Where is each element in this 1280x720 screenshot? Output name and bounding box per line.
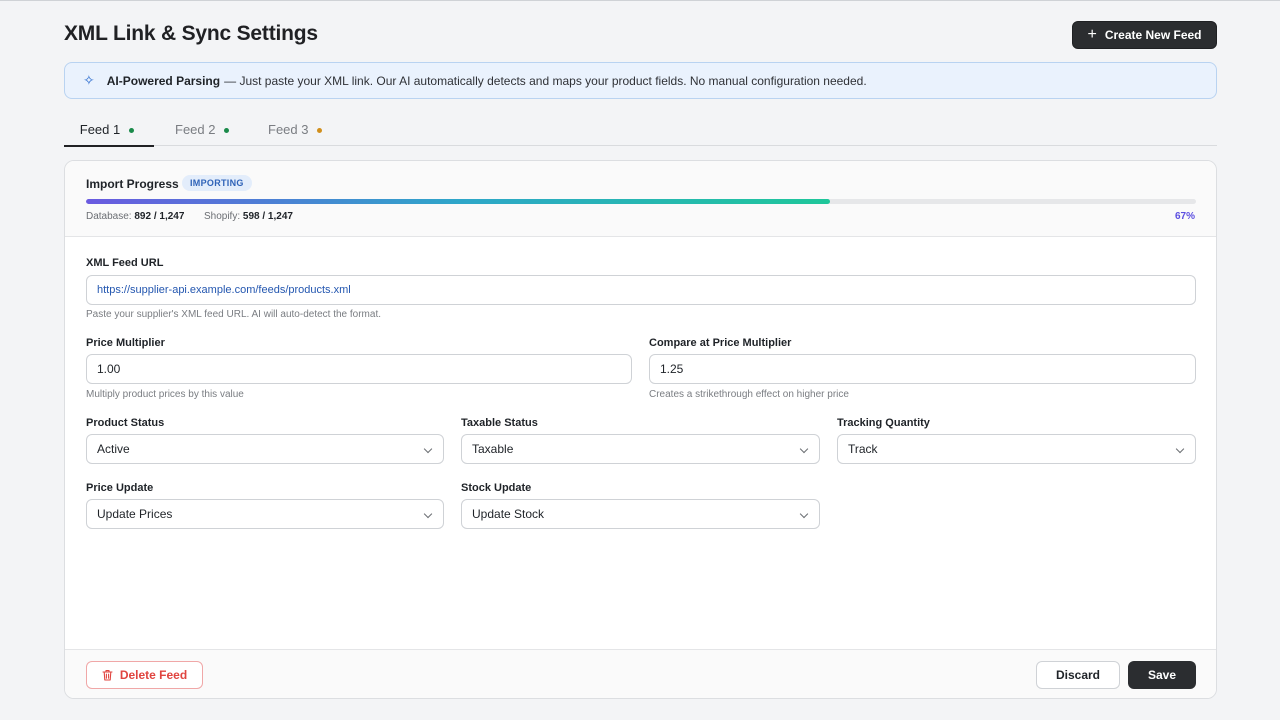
plus-icon: + — [1087, 25, 1097, 43]
product-status-value: Active — [97, 442, 130, 456]
progress-percent: 67% — [1174, 211, 1195, 222]
progress-bar — [86, 199, 1196, 204]
card-footer: Delete Feed Discard Save — [65, 649, 1216, 698]
product-status-label: Product Status — [86, 417, 165, 429]
top-border — [0, 0, 1280, 1]
price-multiplier-hint: Multiply product prices by this value — [86, 389, 244, 400]
price-multiplier-input[interactable]: 1.00 — [86, 354, 632, 384]
import-progress-title: Import Progress — [86, 177, 179, 191]
import-progress-section: Import Progress IMPORTING Database: 892 … — [65, 161, 1216, 237]
status-dot — [317, 127, 323, 133]
discard-button[interactable]: Discard — [1036, 661, 1120, 689]
compare-multiplier-input[interactable]: 1.25 — [649, 354, 1196, 384]
status-dot — [224, 127, 230, 133]
taxable-status-select[interactable]: Taxable — [461, 434, 820, 464]
stock-update-select[interactable]: Update Stock — [461, 499, 820, 529]
delete-feed-label: Delete Feed — [119, 668, 188, 682]
tab-feed-3[interactable]: Feed 3 — [268, 112, 323, 146]
xml-feed-url-hint: Paste your supplier's XML feed URL. AI w… — [86, 309, 382, 320]
tracking-quantity-label: Tracking Quantity — [837, 417, 930, 429]
chevron-down-icon — [799, 444, 809, 454]
compare-multiplier-hint: Creates a strikethrough effect on higher… — [649, 389, 849, 400]
xml-feed-url-label: XML Feed URL — [86, 257, 164, 269]
status-dot — [129, 127, 135, 133]
price-update-value: Update Prices — [97, 507, 173, 521]
page-header: XML Link & Sync Settings + Create New Fe… — [64, 20, 1217, 50]
chevron-down-icon — [423, 444, 433, 454]
tracking-quantity-select[interactable]: Track — [837, 434, 1196, 464]
compare-multiplier-label: Compare at Price Multiplier — [649, 337, 792, 349]
trash-icon — [102, 670, 113, 681]
chevron-down-icon — [1175, 444, 1185, 454]
shopify-label: Shopify: — [203, 211, 241, 222]
taxable-status-label: Taxable Status — [461, 417, 538, 429]
database-label: Database: — [86, 211, 132, 222]
tab-feed-1[interactable]: Feed 1 — [64, 112, 154, 147]
tab-label: Feed 2 — [175, 121, 216, 137]
sparkle-icon: ✧ — [83, 72, 95, 88]
price-multiplier-label: Price Multiplier — [86, 337, 165, 349]
delete-feed-button[interactable]: Delete Feed — [86, 661, 203, 689]
tab-label: Feed 3 — [268, 121, 309, 137]
taxable-status-value: Taxable — [472, 442, 514, 456]
tab-feed-2[interactable]: Feed 2 — [175, 112, 230, 146]
page-title: XML Link & Sync Settings — [64, 22, 318, 45]
database-value: 892 / 1,247 — [134, 211, 185, 222]
tab-label: Feed 1 — [79, 121, 121, 137]
feed-settings-card: Import Progress IMPORTING Database: 892 … — [64, 160, 1217, 699]
ai-info-banner: ✧ AI-Powered Parsing — Just paste your X… — [64, 62, 1217, 99]
price-update-select[interactable]: Update Prices — [86, 499, 444, 529]
xml-feed-url-input[interactable]: https://supplier-api.example.com/feeds/p… — [86, 275, 1196, 305]
status-badge: IMPORTING — [182, 175, 252, 191]
progress-stats: Database: 892 / 1,247 Shopify: 598 / 1,2… — [86, 211, 293, 222]
progress-bar-fill — [86, 199, 830, 204]
product-status-select[interactable]: Active — [86, 434, 444, 464]
stock-update-label: Stock Update — [461, 482, 532, 494]
banner-text: — Just paste your XML link. Our AI autom… — [224, 73, 867, 88]
price-update-label: Price Update — [86, 482, 154, 494]
chevron-down-icon — [423, 509, 433, 519]
create-new-feed-label: Create New Feed — [1104, 28, 1202, 42]
tracking-quantity-value: Track — [848, 442, 878, 456]
shopify-value: 598 / 1,247 — [242, 211, 293, 222]
save-button[interactable]: Save — [1128, 661, 1196, 689]
chevron-down-icon — [799, 509, 809, 519]
feed-tabs: Feed 1 Feed 2 Feed 3 — [64, 112, 1217, 147]
stock-update-value: Update Stock — [472, 507, 545, 521]
create-new-feed-button[interactable]: + Create New Feed — [1072, 21, 1217, 49]
banner-strong-text: AI-Powered Parsing — [106, 73, 221, 88]
